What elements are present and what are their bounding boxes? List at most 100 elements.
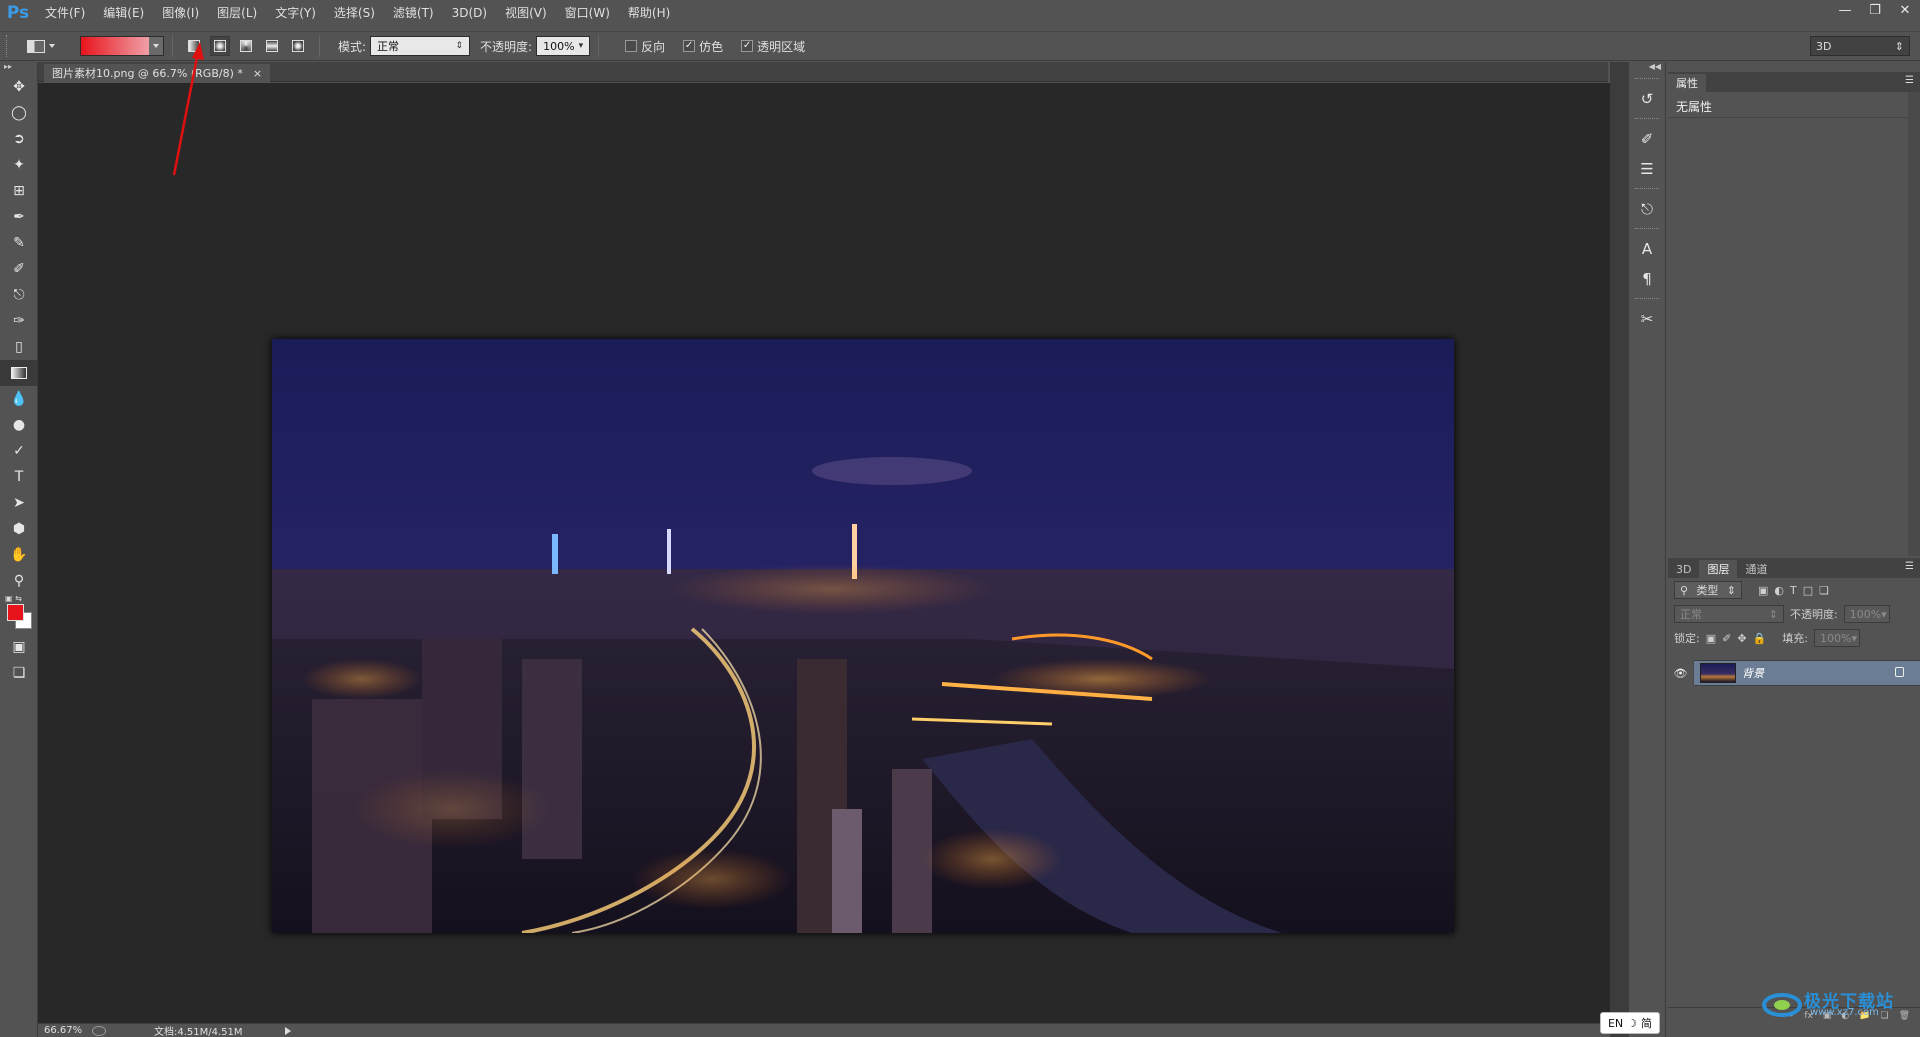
type-tool-icon[interactable]: T (0, 464, 38, 490)
tool-presets-icon[interactable]: ✂ (1629, 304, 1665, 334)
filter-icons: ▣ ◐ T □ ❏ (1758, 584, 1829, 597)
mode-select[interactable]: 正常 ⇕ (370, 36, 471, 56)
tab-channels[interactable]: 通道 (1737, 560, 1775, 578)
status-menu-icon[interactable] (284, 1026, 291, 1035)
blend-mode-select[interactable]: 正常 ⇕ (1674, 605, 1784, 623)
lock-position-icon[interactable]: ✥ (1737, 632, 1746, 645)
properties-scrollbar[interactable] (1908, 92, 1920, 556)
menu-file[interactable]: 文件(F) (36, 0, 94, 26)
close-icon[interactable]: ✕ (1890, 0, 1920, 20)
lock-all-icon[interactable]: 🔒 (1753, 632, 1767, 645)
layer-opacity-field[interactable]: 100% ▾ (1843, 605, 1890, 623)
hand-tool-icon[interactable]: ✋ (0, 542, 38, 568)
lock-image-icon[interactable]: ✐ (1722, 632, 1731, 645)
history-brush-icon[interactable]: ✑ (0, 308, 38, 334)
layer-thumbnail[interactable] (1700, 663, 1736, 683)
dither-checkbox[interactable]: ✓ 仿色 (683, 38, 723, 55)
pen-tool-icon[interactable]: ✓ (0, 438, 38, 464)
minimize-icon[interactable]: — (1830, 0, 1860, 20)
opacity-field[interactable]: 100% ▾ (536, 36, 591, 56)
zoom-level[interactable]: 66.67% (38, 1025, 88, 1036)
divider (598, 35, 600, 57)
visibility-eye-icon[interactable]: 👁 (1668, 660, 1694, 686)
menu-select[interactable]: 选择(S) (325, 0, 384, 26)
gradient-picker[interactable] (80, 36, 164, 56)
foreground-color[interactable] (7, 604, 24, 621)
panel-menu-icon[interactable]: ☰ (1905, 75, 1914, 86)
menu-view[interactable]: 视图(V) (496, 0, 556, 26)
layer-row-background[interactable]: 👁 背景 (1668, 660, 1920, 686)
blur-tool-icon[interactable]: 💧 (0, 386, 38, 412)
canvas-area[interactable] (38, 83, 1610, 1023)
layer-name[interactable]: 背景 (1742, 665, 1764, 681)
city-night-image[interactable] (272, 339, 1454, 933)
restore-icon[interactable]: ❐ (1860, 0, 1890, 20)
adjustments-panel-icon[interactable]: ☰ (1629, 154, 1665, 184)
type-filter-icon[interactable]: T (1790, 584, 1797, 597)
lock-transparent-icon[interactable]: ▣ (1706, 632, 1716, 645)
options-grip[interactable] (6, 35, 12, 57)
history-panel-icon[interactable]: ↺ (1629, 84, 1665, 114)
close-tab-icon[interactable]: × (253, 67, 262, 80)
collapse-icon[interactable]: ▸▸ (0, 62, 37, 74)
magic-wand-icon[interactable]: ✦ (0, 152, 38, 178)
tool-preset-picker[interactable] (20, 35, 62, 57)
zoom-tool-icon[interactable]: ⚲ (0, 568, 38, 594)
tab-layers[interactable]: 图层 (1699, 560, 1738, 578)
shape-filter-icon[interactable]: □ (1803, 584, 1813, 597)
swap-colors-icon[interactable]: ▣ ⇆ (5, 594, 22, 603)
gradient-tool-icon[interactable] (0, 360, 38, 386)
crop-tool-icon[interactable]: ⊞ (0, 178, 38, 204)
clone-stamp-icon[interactable]: ⎋ (0, 282, 38, 308)
radial-gradient-icon[interactable] (210, 36, 230, 56)
reverse-checkbox[interactable]: 反向 (625, 38, 665, 55)
tab-3d[interactable]: 3D (1668, 560, 1699, 578)
gradient-dropdown[interactable] (149, 37, 163, 55)
ime-indicator[interactable]: EN ☽ 简 (1600, 1012, 1660, 1034)
brush-panel-icon[interactable]: ✐ (1629, 124, 1665, 154)
menu-layer[interactable]: 图层(L) (208, 0, 266, 26)
menu-filter[interactable]: 滤镜(T) (384, 0, 443, 26)
check-icon[interactable]: ✓ (741, 40, 754, 52)
healing-brush-icon[interactable]: ✎ (0, 230, 38, 256)
fill-field[interactable]: 100% ▾ (1813, 629, 1860, 647)
layer-filter-select[interactable]: ⚲ 类型 ⇕ (1674, 581, 1742, 599)
screen-mode-icon[interactable]: ❏ (0, 660, 38, 686)
dodge-tool-icon[interactable]: ● (0, 412, 38, 438)
menu-type[interactable]: 文字(Y) (266, 0, 325, 26)
diamond-gradient-icon[interactable] (288, 36, 308, 56)
menu-help[interactable]: 帮助(H) (619, 0, 679, 26)
eyedropper-icon[interactable]: ✒ (0, 204, 38, 230)
checkbox-box[interactable] (625, 40, 638, 52)
transparency-checkbox[interactable]: ✓ 透明区域 (741, 38, 805, 55)
check-icon[interactable]: ✓ (683, 40, 696, 52)
marquee-tool-icon[interactable]: ◯ (0, 100, 38, 126)
collapse-icon[interactable]: ◀◀ (1629, 62, 1665, 74)
shape-tool-icon[interactable]: ⬢ (0, 516, 38, 542)
menu-edit[interactable]: 编辑(E) (94, 0, 153, 26)
clone-source-icon[interactable]: ⎋ (1629, 194, 1665, 224)
tab-properties[interactable]: 属性 (1668, 74, 1706, 92)
move-tool-icon[interactable]: ✥ (0, 74, 38, 100)
paragraph-panel-icon[interactable]: ¶ (1629, 264, 1665, 294)
document-tab[interactable]: 图片素材10.png @ 66.7% (RGB/8) * × (44, 64, 271, 82)
pixel-filter-icon[interactable]: ▣ (1758, 584, 1768, 597)
angle-gradient-icon[interactable] (236, 36, 256, 56)
path-selection-icon[interactable]: ➤ (0, 490, 38, 516)
smart-object-filter-icon[interactable]: ❏ (1819, 584, 1829, 597)
adjustment-filter-icon[interactable]: ◐ (1774, 584, 1784, 597)
gradient-preview[interactable] (81, 37, 149, 55)
reflected-gradient-icon[interactable] (262, 36, 282, 56)
panel-menu-icon[interactable]: ☰ (1905, 561, 1914, 572)
lasso-tool-icon[interactable]: ➲ (0, 126, 38, 152)
menu-3d[interactable]: 3D(D) (443, 0, 496, 26)
quick-mask-icon[interactable]: ▣ (0, 634, 38, 660)
mode-label: 模式: (338, 39, 367, 54)
menu-image[interactable]: 图像(I) (153, 0, 208, 26)
character-panel-icon[interactable]: A (1629, 234, 1665, 264)
status-icon[interactable] (92, 1025, 106, 1036)
workspace-select[interactable]: 3D ⇕ (1810, 36, 1910, 56)
menu-window[interactable]: 窗口(W) (556, 0, 619, 26)
eraser-icon[interactable]: ▯ (0, 334, 38, 360)
brush-tool-icon[interactable]: ✐ (0, 256, 38, 282)
